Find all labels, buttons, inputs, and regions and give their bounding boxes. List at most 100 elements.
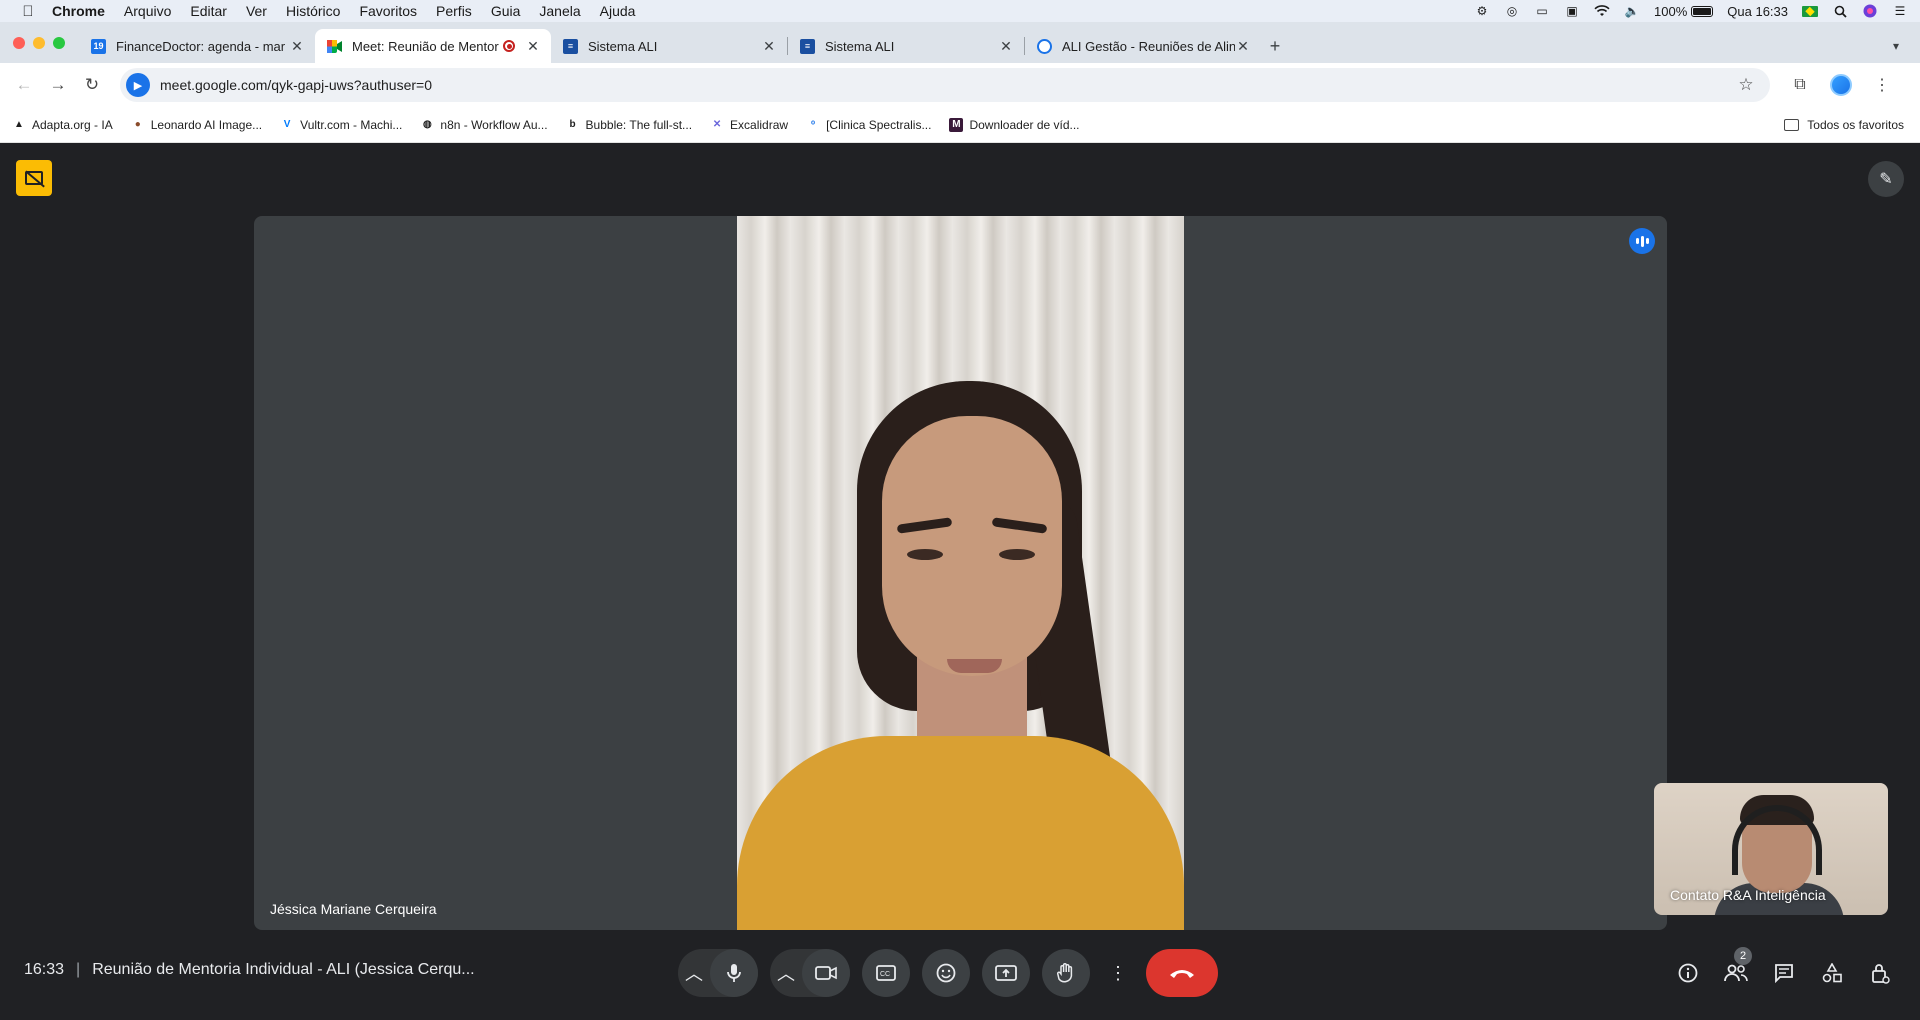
all-bookmarks-button[interactable]: Todos os favoritos	[1784, 118, 1904, 132]
host-controls-lock-icon[interactable]	[1856, 949, 1904, 997]
bookmark-downloader[interactable]: M Downloader de víd...	[949, 117, 1080, 132]
bookmark-n8n[interactable]: ◍ n8n - Workflow Au...	[420, 117, 548, 132]
video-options-chevron-icon[interactable]: ︿	[770, 949, 802, 997]
close-tab-icon[interactable]: ✕	[761, 38, 777, 54]
captions-button[interactable]: CC	[862, 949, 910, 997]
self-participant-name: Contato R&A Inteligência	[1670, 887, 1826, 903]
chat-button[interactable]	[1760, 949, 1808, 997]
bookmark-label: Excalidraw	[730, 117, 789, 132]
camera-off-badge-icon[interactable]	[16, 160, 52, 196]
input-source-flag-icon[interactable]	[1802, 5, 1818, 17]
meeting-details-button[interactable]	[1664, 949, 1712, 997]
excalidraw-icon: ✕	[712, 119, 722, 130]
audio-options-chevron-icon[interactable]: ︿	[678, 949, 710, 997]
menu-arquivo[interactable]: Arquivo	[124, 3, 171, 19]
call-controls: ︿ ︿ CC ⋮	[678, 949, 1218, 997]
bookmark-excalidraw[interactable]: ✕ Excalidraw	[710, 118, 788, 132]
bookmark-leonardo[interactable]: ● Leonardo AI Image...	[131, 118, 262, 132]
menu-perfis[interactable]: Perfis	[436, 3, 472, 19]
globe-icon: ◍	[423, 119, 432, 130]
emoji-reactions-button[interactable]	[922, 949, 970, 997]
tab-sistema-ali-2[interactable]: ≡ Sistema ALI ✕	[788, 29, 1024, 63]
bookmark-vultr[interactable]: V Vultr.com - Machi...	[280, 118, 403, 132]
tab-meet[interactable]: Meet: Reunião de Mentori ✕	[315, 29, 551, 63]
main-participant-tile[interactable]: Jéssica Mariane Cerqueira	[254, 216, 1667, 930]
extensions-puzzle-icon[interactable]: ⧉	[1784, 69, 1816, 101]
new-tab-button[interactable]: +	[1261, 29, 1289, 63]
airplay-icon[interactable]: ◎	[1504, 4, 1520, 18]
meeting-details: 16:33 | Reunião de Mentoria Individual -…	[24, 961, 475, 979]
chrome-menu-icon[interactable]: ⋮	[1866, 69, 1898, 101]
meet-icon	[327, 39, 342, 54]
camera-button[interactable]	[802, 949, 850, 997]
adapta-icon: ▲	[14, 119, 24, 130]
end-call-button[interactable]	[1146, 949, 1218, 997]
bookmark-label: Bubble: The full-st...	[585, 117, 693, 132]
close-window-button[interactable]	[13, 36, 25, 49]
menu-historico[interactable]: Histórico	[286, 3, 340, 19]
recording-icon	[503, 40, 515, 52]
close-tab-icon[interactable]: ✕	[998, 38, 1014, 54]
menu-editar[interactable]: Editar	[190, 3, 227, 19]
site-info-camera-icon[interactable]: ▶	[126, 73, 150, 97]
more-options-icon[interactable]: ⋮	[1102, 949, 1134, 997]
self-view-tile[interactable]: Contato R&A Inteligência	[1654, 783, 1888, 915]
siri-icon[interactable]	[1862, 4, 1878, 18]
menu-guia[interactable]: Guia	[491, 3, 521, 19]
control-strip-icon[interactable]: ⚙	[1474, 4, 1490, 18]
clock[interactable]: Qua 16:33	[1727, 4, 1788, 19]
ali-icon: ≡	[800, 38, 815, 54]
forward-button[interactable]: →	[42, 69, 74, 101]
bookmark-label: Leonardo AI Image...	[150, 117, 263, 132]
meeting-title: Reunião de Mentoria Individual - ALI (Je…	[92, 961, 475, 978]
bookmark-label: n8n - Workflow Au...	[440, 117, 548, 132]
close-tab-icon[interactable]: ✕	[1235, 38, 1251, 54]
display-icon[interactable]: ▣	[1564, 4, 1580, 18]
battery-status[interactable]: 100%	[1654, 3, 1714, 19]
mac-menu-bar:  Chrome Arquivo Editar Ver Histórico Fa…	[0, 0, 1920, 22]
minimize-window-button[interactable]	[33, 36, 45, 49]
volume-icon[interactable]: 🔈	[1624, 4, 1640, 18]
activities-button[interactable]	[1808, 949, 1856, 997]
close-tab-icon[interactable]: ✕	[289, 38, 305, 54]
browser-toolbar: ← → ↻ ▶ meet.google.com/qyk-gapj-uws?aut…	[0, 63, 1920, 107]
people-button[interactable]: 2	[1712, 947, 1760, 997]
participants-count-badge: 2	[1734, 947, 1752, 965]
bookmark-star-icon[interactable]: ☆	[1732, 75, 1760, 95]
back-button[interactable]: ←	[8, 69, 40, 101]
raise-hand-button[interactable]	[1042, 949, 1090, 997]
menu-janela[interactable]: Janela	[539, 3, 580, 19]
menu-favoritos[interactable]: Favoritos	[359, 3, 417, 19]
reload-button[interactable]: ↻	[76, 69, 108, 101]
bookmark-adapta[interactable]: ▲ Adapta.org - IA	[12, 118, 113, 132]
apple-icon[interactable]: 	[20, 3, 36, 20]
tab-financedoctor[interactable]: 19 FinanceDoctor: agenda - mar ✕	[79, 29, 315, 63]
profile-avatar[interactable]	[1830, 74, 1852, 96]
url-text[interactable]: meet.google.com/qyk-gapj-uws?authuser=0	[160, 77, 1732, 93]
bookmark-bubble[interactable]: b Bubble: The full-st...	[566, 117, 693, 132]
menu-chrome[interactable]: Chrome	[52, 3, 105, 19]
bookmark-clinica[interactable]: ᵒ [Clinica Spectralis...	[806, 118, 931, 132]
battery-percent: 100%	[1654, 3, 1688, 19]
close-tab-icon[interactable]: ✕	[525, 38, 541, 54]
spotlight-search-icon[interactable]	[1832, 4, 1848, 18]
wifi-icon[interactable]	[1594, 4, 1610, 18]
microphone-button[interactable]	[710, 949, 758, 997]
participant-video	[737, 216, 1184, 930]
mic-control-group: ︿	[678, 949, 758, 997]
menu-ajuda[interactable]: Ajuda	[600, 3, 636, 19]
tab-title: Sistema ALI	[825, 38, 895, 54]
zoom-window-button[interactable]	[53, 36, 65, 49]
meeting-time: 16:33	[24, 961, 65, 978]
tab-search-chevron-icon[interactable]: ▾	[1882, 29, 1910, 63]
tab-sistema-ali-1[interactable]: ≡ Sistema ALI ✕	[551, 29, 787, 63]
edit-pen-icon[interactable]: ✎	[1868, 161, 1904, 197]
address-bar[interactable]: ▶ meet.google.com/qyk-gapj-uws?authuser=…	[120, 68, 1770, 102]
screen-mirroring-icon[interactable]: ▭	[1534, 4, 1550, 18]
menu-ver[interactable]: Ver	[246, 3, 267, 19]
camera-control-group: ︿	[770, 949, 850, 997]
present-screen-button[interactable]	[982, 949, 1030, 997]
tab-ali-gestao[interactable]: ALI Gestão - Reuniões de Alin ✕	[1025, 29, 1261, 63]
control-center-icon[interactable]: ☰	[1892, 4, 1908, 18]
battery-icon	[1691, 5, 1714, 17]
